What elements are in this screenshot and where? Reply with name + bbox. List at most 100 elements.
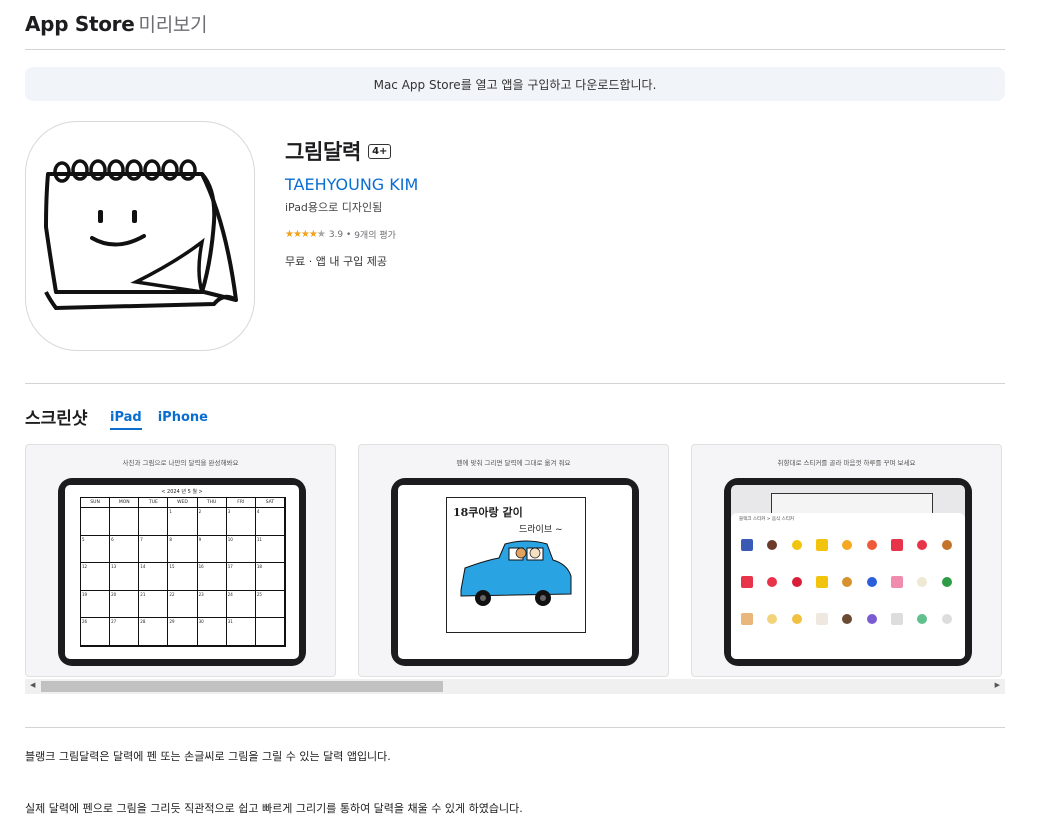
calendar-day-header: FRI [226, 498, 256, 508]
calendar-day-cell: 25 [255, 590, 285, 619]
banner-text: Mac App Store를 열고 앱을 구입하고 다운로드합니다. [373, 77, 657, 92]
calendar-day-cell: 22 [168, 590, 198, 619]
car-drawing-icon [460, 540, 572, 606]
description-line-1: 블랭크 그림달력은 달력에 펜 또는 손글씨로 그림을 그릴 수 있는 달력 앱… [25, 750, 391, 763]
filled-stars: ★★★★ [285, 229, 318, 240]
rating-value: 3.9 [328, 229, 344, 240]
device-tabs: iPad iPhone [110, 410, 208, 430]
ipad-frame: 18쿠아랑 같이 드라이브 ~ [391, 478, 639, 666]
calendar-day-cell: 30 [197, 618, 227, 646]
sticker[interactable] [816, 539, 828, 551]
sticker[interactable] [891, 576, 903, 588]
sticker[interactable] [816, 613, 828, 625]
sticker[interactable] [842, 577, 852, 587]
screenshot-gallery[interactable]: 사진과 그림으로 나만의 달력을 완성해봐요 < 2024 년 5 월 > SU… [25, 444, 1005, 678]
calendar-day-cell: 11 [255, 535, 285, 564]
sticker[interactable] [942, 577, 952, 587]
gallery-scrollbar[interactable]: ◀ ▶ [25, 679, 1005, 694]
screenshot-caption: 사진과 그림으로 나만의 달력을 완성해봐요 [122, 459, 239, 467]
calendar-day-cell: 4 [255, 508, 285, 536]
calendar-day-cell: 19 [81, 590, 111, 619]
sticker[interactable] [842, 614, 852, 624]
sticker-sheet: 블랙크 스티커 > 음식 스티커 [731, 513, 965, 659]
sticker[interactable] [792, 614, 802, 624]
calendar-day-cell [81, 508, 111, 536]
calendar-day-header: TUE [139, 498, 169, 508]
developer-link[interactable]: TAEHYOUNG KIM [285, 175, 418, 194]
month-label: < 2024 년 5 월 > [161, 489, 203, 495]
calendar-day-cell: 2 [197, 508, 227, 536]
drawing-screen: 18쿠아랑 같이 드라이브 ~ [398, 485, 632, 659]
rating-separator: • [343, 229, 355, 240]
sticker[interactable] [867, 614, 877, 624]
tab-iphone[interactable]: iPhone [158, 410, 208, 430]
calendar-face-icon [44, 159, 238, 311]
scroll-left-icon[interactable]: ◀ [30, 681, 35, 689]
tab-ipad[interactable]: iPad [110, 410, 142, 430]
sticker[interactable] [842, 540, 852, 550]
sticker[interactable] [891, 539, 903, 551]
sticker[interactable] [816, 576, 828, 588]
brand-subtitle: 미리보기 [138, 14, 208, 36]
sticker[interactable] [767, 614, 777, 624]
calendar-day-cell: 1 [168, 508, 198, 536]
calendar-day-cell: 17 [226, 563, 256, 591]
screenshot-caption: 취향대로 스티커를 골라 마음껏 하루를 꾸며 보세요 [777, 459, 916, 467]
scroll-right-icon[interactable]: ▶ [995, 681, 1000, 689]
sticker[interactable] [792, 540, 802, 550]
ipad-frame: 블랙크 스티커 > 음식 스티커 [724, 478, 972, 666]
empty-star: ★ [316, 229, 326, 240]
screenshot-2[interactable]: 펜에 맞춰 그리면 달력에 그대로 옮겨 줘요 18쿠아랑 같이 드라이브 ~ [358, 444, 669, 677]
sticker[interactable] [867, 577, 877, 587]
screenshot-1[interactable]: 사진과 그림으로 나만의 달력을 완성해봐요 < 2024 년 5 월 > SU… [25, 444, 336, 677]
calendar-day-header: WED [168, 498, 198, 508]
screenshot-3[interactable]: 취향대로 스티커를 골라 마음껏 하루를 꾸며 보세요 블랙크 스티커 > 음식… [691, 444, 1002, 677]
description-line-2: 실제 달력에 펜으로 그림을 그리듯 직관적으로 쉽고 빠르게 그리기를 통하여… [25, 802, 523, 815]
calendar-day-cell [139, 508, 169, 536]
section-divider [25, 727, 1005, 728]
sticker[interactable] [867, 540, 877, 550]
calendar-screen: < 2024 년 5 월 > SUN MON TUE WED THU FRI SAT 1 2 3 4… [65, 485, 299, 659]
screenshot-caption: 펜에 맞춰 그리면 달력에 그대로 옮겨 줘요 [456, 459, 571, 467]
rating-row: ★★★★★ 3.9 • 9개의 평가 [285, 228, 418, 241]
calendar-day-cell: 18 [255, 563, 285, 591]
sticker[interactable] [741, 613, 753, 625]
store-brand[interactable]: App Store 미리보기 [25, 10, 208, 37]
scrollbar-thumb[interactable] [41, 681, 443, 692]
age-rating-badge: 4+ [368, 143, 392, 159]
calendar-day-header: THU [197, 498, 227, 508]
sticker[interactable] [767, 540, 777, 550]
calendar-day-header: MON [110, 498, 140, 508]
calendar-day-cell: 13 [110, 563, 140, 591]
calendar-day-cell: 3 [226, 508, 256, 536]
calendar-day-cell: 9 [197, 535, 227, 564]
sticker[interactable] [741, 576, 753, 588]
sticker[interactable] [917, 577, 927, 587]
sticker[interactable] [942, 614, 952, 624]
title-row: 그림달력 4+ [285, 136, 418, 166]
calendar-day-cell: 6 [110, 535, 140, 564]
calendar-day-cell: 26 [81, 618, 111, 646]
sticker[interactable] [942, 540, 952, 550]
calendar-day-cell: 12 [81, 563, 111, 591]
calendar-day-cell: 7 [139, 535, 169, 564]
calendar-day-cell: 15 [168, 563, 198, 591]
page-header: App Store 미리보기 [25, 0, 1005, 50]
sticker[interactable] [792, 577, 802, 587]
sticker-screen: 블랙크 스티커 > 음식 스티커 [731, 485, 965, 659]
section-divider [25, 383, 1005, 384]
calendar-day-cell: 23 [197, 590, 227, 619]
calendar-day-cell: 16 [197, 563, 227, 591]
calendar-day-cell: 29 [168, 618, 198, 646]
sticker[interactable] [917, 614, 927, 624]
screenshots-title: 스크린샷 [25, 409, 88, 429]
price-info: 무료 · 앱 내 구입 제공 [285, 255, 387, 268]
sticker[interactable] [741, 539, 753, 551]
open-store-banner[interactable]: Mac App Store를 열고 앱을 구입하고 다운로드합니다. [25, 67, 1005, 101]
calendar-day-cell: 10 [226, 535, 256, 564]
sticker[interactable] [891, 613, 903, 625]
app-info: 그림달력 4+ TAEHYOUNG KIM iPad용으로 디자인됨 ★★★★★… [285, 136, 418, 269]
sticker[interactable] [917, 540, 927, 550]
calendar-day-cell: 5 [81, 535, 111, 564]
sticker[interactable] [767, 577, 777, 587]
